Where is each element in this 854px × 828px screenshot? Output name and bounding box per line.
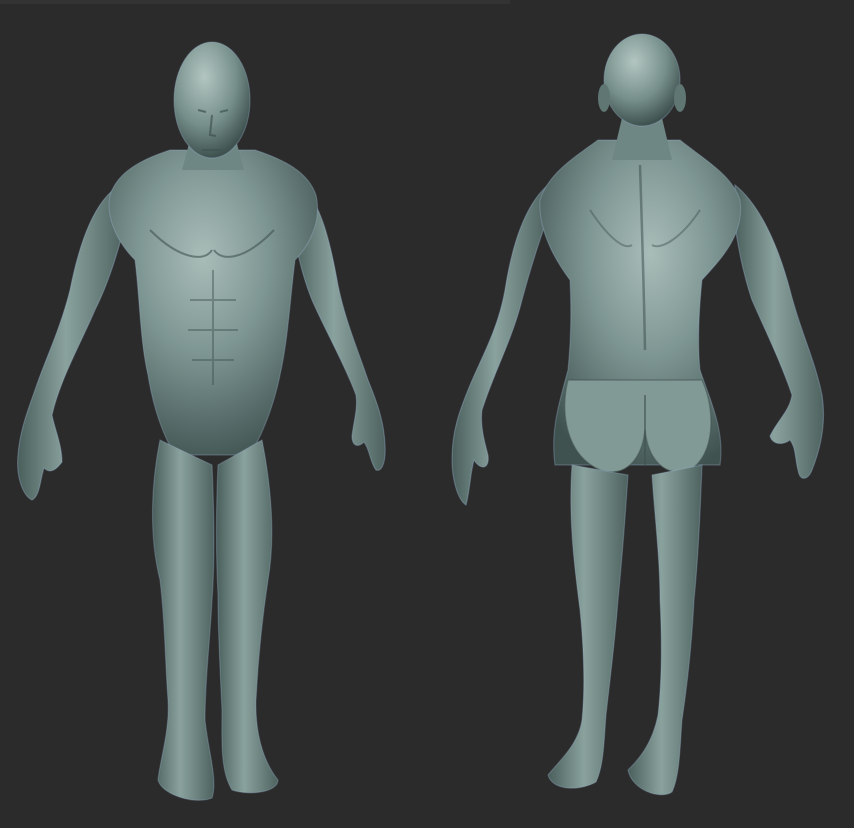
back-left-leg	[547, 464, 629, 789]
front-right-leg	[215, 439, 279, 794]
back-right-arm	[733, 183, 825, 479]
back-left-arm	[451, 183, 549, 506]
front-head	[173, 41, 251, 159]
front-left-leg	[151, 439, 215, 801]
back-head	[603, 33, 681, 127]
front-left-arm	[17, 184, 126, 501]
back-figure	[451, 33, 825, 796]
front-figure	[17, 41, 386, 801]
sculpt-render	[17, 33, 825, 801]
back-right-leg	[627, 464, 703, 796]
viewport-canvas[interactable]	[0, 0, 854, 828]
